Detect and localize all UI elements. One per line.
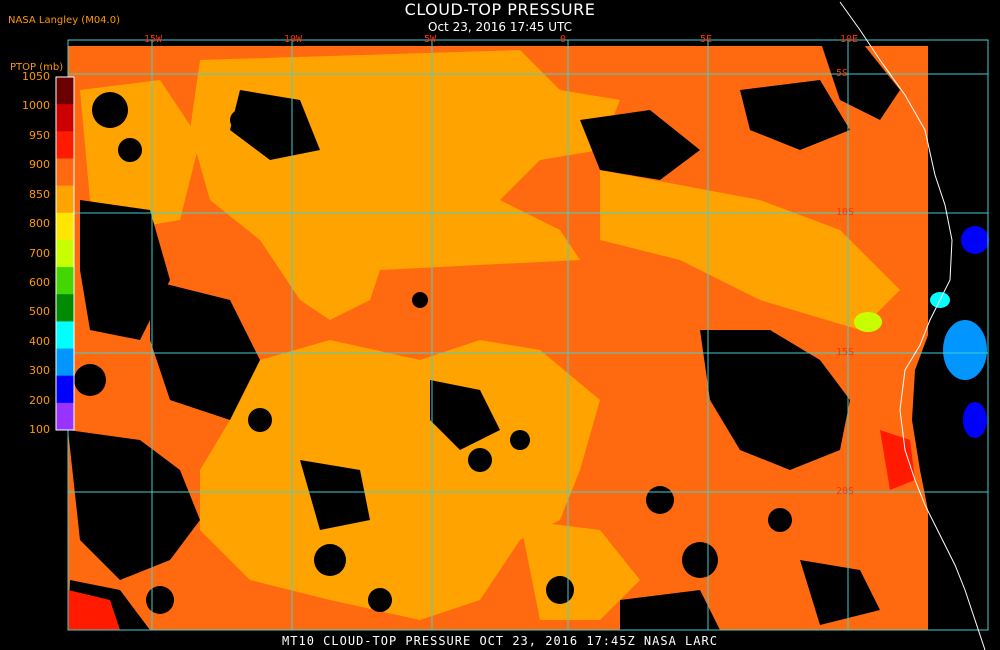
timestamp: Oct 23, 2016 17:45 UTC (428, 20, 572, 34)
legend-swatch (56, 321, 74, 350)
satellite-image: CLOUD-TOP PRESSURE Oct 23, 2016 17:45 UT… (0, 0, 1000, 650)
legend-swatch (56, 131, 74, 159)
legend-swatch (56, 104, 74, 132)
clear-sky (412, 292, 428, 308)
high-cloud (943, 320, 987, 380)
legend-tick-label: 500 (29, 305, 50, 319)
cloud-top-pressure-map (0, 0, 1000, 650)
high-cloud (963, 402, 987, 438)
clear-sky (230, 110, 250, 130)
legend-tick-label: 950 (29, 128, 50, 142)
legend-tick-label: 600 (29, 275, 50, 289)
legend-tick-label: 400 (29, 334, 50, 348)
legend-swatch (56, 77, 74, 105)
clear-sky (768, 508, 792, 532)
legend-tick-label: 850 (29, 187, 50, 201)
clear-sky (510, 430, 530, 450)
longitude-label: 10E (840, 34, 859, 45)
legend-swatch (56, 212, 74, 241)
clear-sky (180, 330, 220, 370)
high-cloud (961, 226, 989, 254)
legend-swatch (56, 294, 74, 322)
clear-sky (74, 364, 106, 396)
clear-sky (546, 576, 574, 604)
clear-sky (682, 542, 718, 578)
clear-sky (248, 408, 272, 432)
latitude-label: 15S (836, 347, 855, 358)
footer-caption: MT10 CLOUD-TOP PRESSURE OCT 23, 2016 17:… (282, 634, 718, 648)
producer-label: NASA Langley (M04.0) (8, 15, 120, 26)
legend-swatch (56, 267, 74, 295)
legend-swatch (56, 402, 74, 431)
page-title: CLOUD-TOP PRESSURE (404, 0, 596, 19)
clear-sky (118, 138, 142, 162)
latitude-label: 5S (836, 68, 849, 79)
legend-tick-label: 300 (29, 364, 50, 378)
latitude-label: 10S (836, 207, 855, 218)
clear-sky (146, 586, 174, 614)
legend-tick-label: 900 (29, 158, 50, 172)
legend-swatch (56, 348, 74, 377)
clear-sky (92, 92, 128, 128)
clear-sky (468, 448, 492, 472)
legend-tick-label: 700 (29, 246, 50, 260)
clear-sky (368, 588, 392, 612)
longitude-label: 5W (424, 34, 437, 45)
longitude-label: 10W (284, 34, 303, 45)
cloud-layer (68, 40, 1000, 630)
legend-tick-label: 100 (29, 423, 50, 436)
legend-swatch (56, 375, 74, 404)
longitude-label: 0 (560, 34, 567, 45)
clear-sky (314, 544, 346, 576)
longitude-label: 5E (700, 34, 713, 45)
legend-swatch (56, 185, 74, 214)
clear-sky (140, 490, 160, 510)
legend-swatch (56, 239, 74, 268)
legend-tick-label: 1050 (22, 70, 50, 83)
legend-tick-label: 200 (29, 393, 50, 407)
legend-tick-label: 1000 (22, 99, 50, 113)
clear-sky (81, 236, 109, 264)
mid-cloud (854, 312, 882, 332)
clear-sky (646, 486, 674, 514)
latitude-label: 20S (836, 486, 855, 497)
legend-swatch (56, 158, 74, 187)
longitude-label: 15W (144, 34, 163, 45)
legend-tick-label: 800 (29, 217, 50, 231)
